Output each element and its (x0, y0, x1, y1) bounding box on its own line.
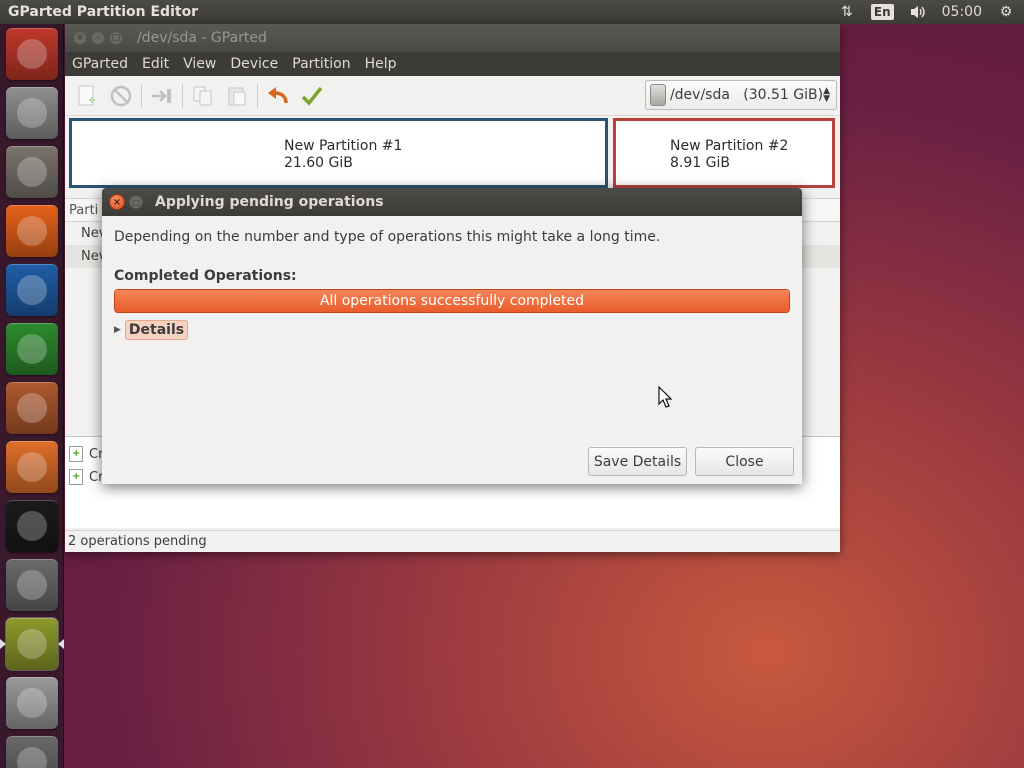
menu-device[interactable]: Device (223, 56, 285, 72)
gear-icon[interactable]: ⚙ (996, 2, 1016, 22)
menu-edit[interactable]: Edit (135, 56, 176, 72)
partition-graph: New Partition #1 21.60 GiB New Partition… (69, 118, 837, 188)
dash-home-icon (6, 28, 58, 80)
dialog-title: Applying pending operations (155, 194, 384, 210)
window-title: /dev/sda - GParted (137, 30, 267, 46)
maximize-icon[interactable]: □ (109, 31, 123, 45)
keyboard-layout-indicator[interactable]: En (870, 4, 894, 20)
expander-arrow-icon: ▶ (114, 325, 121, 335)
writer-icon (6, 264, 58, 316)
minimize-icon[interactable]: – (91, 31, 105, 45)
calc-icon (6, 323, 58, 375)
launcher-item-writer[interactable] (4, 263, 60, 317)
disk-icon (650, 84, 666, 106)
app-title: GParted Partition Editor (8, 4, 199, 20)
status-text: 2 operations pending (68, 534, 207, 549)
launcher-item-amazon[interactable] (4, 499, 60, 553)
software-center-icon (6, 441, 58, 493)
launcher-item-firefox[interactable] (4, 204, 60, 258)
firefox-icon (6, 205, 58, 257)
new-partition-icon[interactable] (73, 82, 101, 110)
column-header-partition[interactable]: Parti (69, 203, 98, 218)
gparted-installer-icon (6, 87, 58, 139)
close-icon[interactable]: × (73, 31, 87, 45)
mouse-pointer-icon (658, 385, 673, 412)
menubar: GParted Edit View Device Partition Help (65, 52, 840, 76)
undo-icon[interactable] (264, 82, 292, 110)
close-button[interactable]: Close (695, 447, 794, 476)
device-selector-label: /dev/sda (30.51 GiB) (669, 87, 824, 103)
menu-gparted[interactable]: GParted (65, 56, 135, 72)
list-item[interactable]: Cr (69, 443, 103, 465)
apply-operations-dialog: × □ Applying pending operations Dependin… (102, 188, 802, 484)
menu-partition[interactable]: Partition (285, 56, 357, 72)
maximize-icon[interactable]: □ (129, 195, 143, 209)
save-details-button[interactable]: Save Details (588, 447, 687, 476)
launcher (0, 24, 64, 768)
progress-bar: All operations successfully completed (114, 289, 790, 313)
amazon-icon (6, 500, 58, 552)
files-icon (6, 146, 58, 198)
clock[interactable]: 05:00 (942, 4, 982, 20)
partition-block-2[interactable]: New Partition #2 8.91 GiB (613, 118, 835, 188)
partition-size: 8.91 GiB (670, 155, 730, 171)
details-label: Details (124, 320, 189, 340)
copy-icon[interactable] (189, 82, 217, 110)
dialog-titlebar[interactable]: × □ Applying pending operations (102, 188, 802, 216)
launcher-item-calc[interactable] (4, 322, 60, 376)
partition-size: 21.60 GiB (284, 155, 353, 171)
system-settings-icon (6, 559, 58, 611)
launcher-item-gparted-installer[interactable] (4, 86, 60, 140)
launcher-item-impress[interactable] (4, 381, 60, 435)
device-selector[interactable]: /dev/sda (30.51 GiB) ▲ ▼ (645, 80, 837, 110)
impress-icon (6, 382, 58, 434)
launcher-item-trash[interactable] (4, 735, 60, 768)
partition-block-1[interactable]: New Partition #1 21.60 GiB (69, 118, 608, 188)
delete-partition-icon[interactable] (107, 82, 135, 110)
launcher-item-system-settings[interactable] (4, 558, 60, 612)
launcher-item-software-center[interactable] (4, 440, 60, 494)
close-icon[interactable]: × (109, 194, 125, 210)
create-partition-icon (69, 446, 83, 462)
create-partition-icon (69, 469, 83, 485)
launcher-item-files[interactable] (4, 145, 60, 199)
indicator-area: ⇅ En 05:00 ⚙ (837, 2, 1024, 22)
list-item[interactable]: Cr (69, 466, 103, 488)
window-titlebar[interactable]: × – □ /dev/sda - GParted (65, 24, 840, 52)
trash-icon (6, 736, 58, 768)
spinner-arrows-icon: ▲ ▼ (823, 86, 830, 104)
progress-text: All operations successfully completed (319, 293, 585, 309)
launcher-item-disk[interactable] (4, 676, 60, 730)
network-icon[interactable]: ⇅ (837, 2, 857, 22)
partition-name: New Partition #1 (284, 138, 403, 154)
menu-help[interactable]: Help (358, 56, 404, 72)
completed-operations-label: Completed Operations: (114, 268, 297, 284)
details-expander[interactable]: ▶ Details (114, 320, 189, 340)
apply-icon[interactable] (298, 82, 326, 110)
partition-name: New Partition #2 (670, 138, 789, 154)
disk-icon (6, 677, 58, 729)
paste-icon[interactable] (223, 82, 251, 110)
launcher-item-dash-home[interactable] (4, 27, 60, 81)
top-panel: GParted Partition Editor ⇅ En 05:00 ⚙ (0, 0, 1024, 24)
statusbar: 2 operations pending (65, 530, 840, 552)
menu-view[interactable]: View (176, 56, 223, 72)
dialog-description: Depending on the number and type of oper… (114, 229, 661, 245)
launcher-item-gparted[interactable] (0, 617, 64, 671)
volume-icon[interactable] (908, 2, 928, 22)
gparted-icon (5, 617, 59, 671)
resize-move-icon[interactable] (148, 82, 176, 110)
